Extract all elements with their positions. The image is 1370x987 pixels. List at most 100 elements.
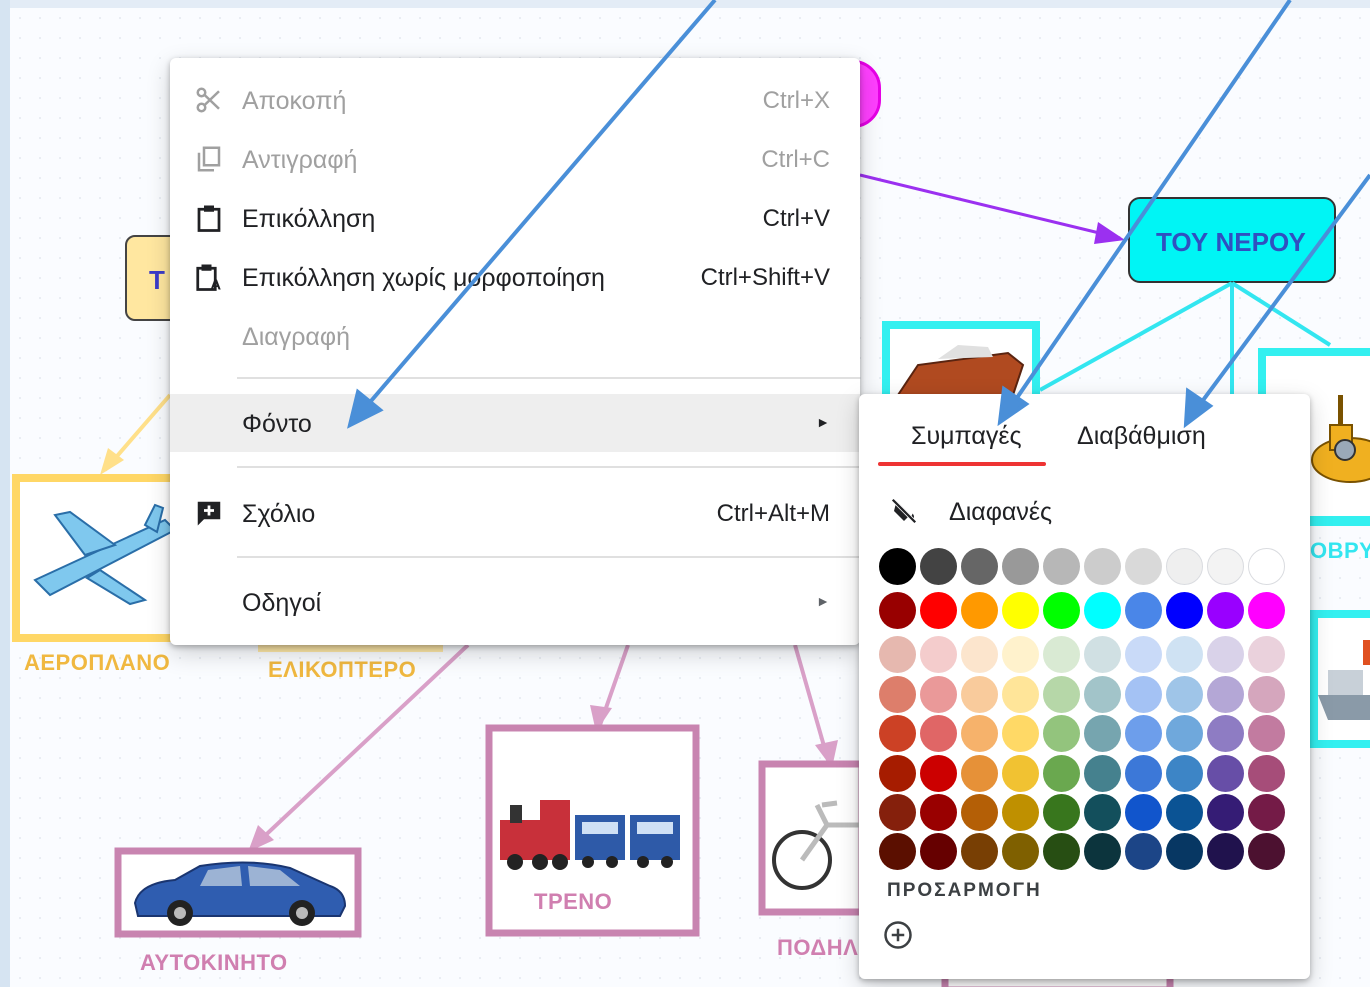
color-swatch[interactable] [1166, 833, 1203, 870]
color-swatch[interactable] [1166, 636, 1203, 673]
color-swatch[interactable] [1043, 715, 1080, 752]
copy-icon [197, 146, 221, 172]
color-swatch[interactable] [1166, 592, 1203, 629]
color-swatch[interactable] [1207, 833, 1244, 870]
color-swatch[interactable] [1043, 636, 1080, 673]
color-swatch[interactable] [1248, 755, 1285, 792]
color-swatch[interactable] [1166, 548, 1203, 585]
menu-item-shortcut: Ctrl+C [761, 146, 830, 173]
menu-item-delete[interactable]: Διαγραφή [170, 307, 860, 365]
color-swatch[interactable] [961, 794, 998, 831]
color-swatch[interactable] [920, 755, 957, 792]
color-swatch[interactable] [1002, 592, 1039, 629]
swatch-row [879, 792, 1289, 832]
color-swatch[interactable] [1248, 794, 1285, 831]
color-swatch[interactable] [1002, 636, 1039, 673]
color-swatch[interactable] [1125, 592, 1162, 629]
color-swatch[interactable] [1207, 755, 1244, 792]
color-swatch[interactable] [1207, 636, 1244, 673]
color-swatch[interactable] [920, 636, 957, 673]
swatch-row [879, 753, 1289, 793]
color-swatch[interactable] [1125, 676, 1162, 713]
color-swatch[interactable] [1248, 636, 1285, 673]
color-swatch[interactable] [1002, 676, 1039, 713]
color-swatch[interactable] [879, 833, 916, 870]
color-swatch[interactable] [879, 794, 916, 831]
color-swatch[interactable] [961, 548, 998, 585]
menu-item-label: Σχόλιο [242, 500, 316, 528]
color-swatch[interactable] [1084, 636, 1121, 673]
color-swatch[interactable] [920, 548, 957, 585]
color-swatch[interactable] [1043, 794, 1080, 831]
color-swatch[interactable] [920, 592, 957, 629]
color-swatch[interactable] [1248, 833, 1285, 870]
transparent-option[interactable]: Διαφανές [879, 494, 1179, 534]
color-swatch[interactable] [1002, 548, 1039, 585]
color-swatch[interactable] [1207, 794, 1244, 831]
color-swatch[interactable] [920, 676, 957, 713]
color-swatch[interactable] [1166, 715, 1203, 752]
menu-item-shortcut: Ctrl+Shift+V [700, 264, 830, 291]
color-swatch[interactable] [1043, 548, 1080, 585]
color-swatch[interactable] [879, 715, 916, 752]
color-swatch[interactable] [961, 833, 998, 870]
color-swatch[interactable] [961, 755, 998, 792]
color-swatch[interactable] [1207, 715, 1244, 752]
color-swatch[interactable] [879, 676, 916, 713]
color-swatch[interactable] [879, 592, 916, 629]
color-swatch[interactable] [1043, 755, 1080, 792]
color-swatch[interactable] [1207, 548, 1244, 585]
color-swatch[interactable] [879, 548, 916, 585]
menu-item-label: Επικόλληση χωρίς μορφοποίηση [242, 264, 605, 292]
color-swatch[interactable] [1248, 676, 1285, 713]
color-swatch[interactable] [1166, 794, 1203, 831]
svg-text:A: A [210, 277, 221, 293]
tab-gradient[interactable]: Διαβάθμιση [1077, 422, 1206, 451]
menu-item-background[interactable]: Φόντο ► [170, 394, 860, 452]
color-swatch[interactable] [961, 715, 998, 752]
color-swatch[interactable] [961, 676, 998, 713]
color-swatch[interactable] [1002, 715, 1039, 752]
menu-item-paste[interactable]: Επικόλληση Ctrl+V [170, 189, 860, 247]
color-swatch[interactable] [1125, 833, 1162, 870]
color-swatch[interactable] [1084, 715, 1121, 752]
color-swatch[interactable] [1043, 833, 1080, 870]
color-swatch[interactable] [1248, 592, 1285, 629]
add-custom-color-icon[interactable] [883, 920, 913, 950]
color-swatch[interactable] [1084, 833, 1121, 870]
color-swatch[interactable] [1207, 676, 1244, 713]
color-swatch[interactable] [1002, 794, 1039, 831]
menu-item-comment[interactable]: Σχόλιο Ctrl+Alt+M [170, 484, 860, 542]
color-swatch[interactable] [961, 636, 998, 673]
color-swatch[interactable] [1125, 755, 1162, 792]
color-swatch[interactable] [920, 833, 957, 870]
tab-solid[interactable]: Συμπαγές [911, 422, 1022, 451]
menu-item-guides[interactable]: Οδηγοί ► [170, 573, 860, 631]
color-swatch[interactable] [1125, 794, 1162, 831]
color-swatch[interactable] [879, 755, 916, 792]
menu-item-copy[interactable]: Αντιγραφή Ctrl+C [170, 130, 860, 188]
color-swatch[interactable] [1084, 676, 1121, 713]
color-swatch[interactable] [1043, 676, 1080, 713]
color-swatch[interactable] [1084, 548, 1121, 585]
color-swatch[interactable] [920, 794, 957, 831]
color-swatch[interactable] [1043, 592, 1080, 629]
menu-item-cut[interactable]: Αποκοπή Ctrl+X [170, 71, 860, 129]
color-swatch[interactable] [879, 636, 916, 673]
color-swatch[interactable] [1084, 755, 1121, 792]
color-swatch[interactable] [961, 592, 998, 629]
color-swatch[interactable] [1084, 794, 1121, 831]
color-swatch[interactable] [1125, 715, 1162, 752]
color-swatch[interactable] [1125, 636, 1162, 673]
color-swatch[interactable] [1207, 592, 1244, 629]
color-swatch[interactable] [1166, 755, 1203, 792]
color-swatch[interactable] [1166, 676, 1203, 713]
menu-item-paste-plain[interactable]: A Επικόλληση χωρίς μορφοποίηση Ctrl+Shif… [170, 248, 860, 306]
color-swatch[interactable] [920, 715, 957, 752]
color-swatch[interactable] [1002, 833, 1039, 870]
color-swatch[interactable] [1002, 755, 1039, 792]
color-swatch[interactable] [1084, 592, 1121, 629]
color-swatch[interactable] [1248, 548, 1285, 585]
color-swatch[interactable] [1248, 715, 1285, 752]
color-swatch[interactable] [1125, 548, 1162, 585]
